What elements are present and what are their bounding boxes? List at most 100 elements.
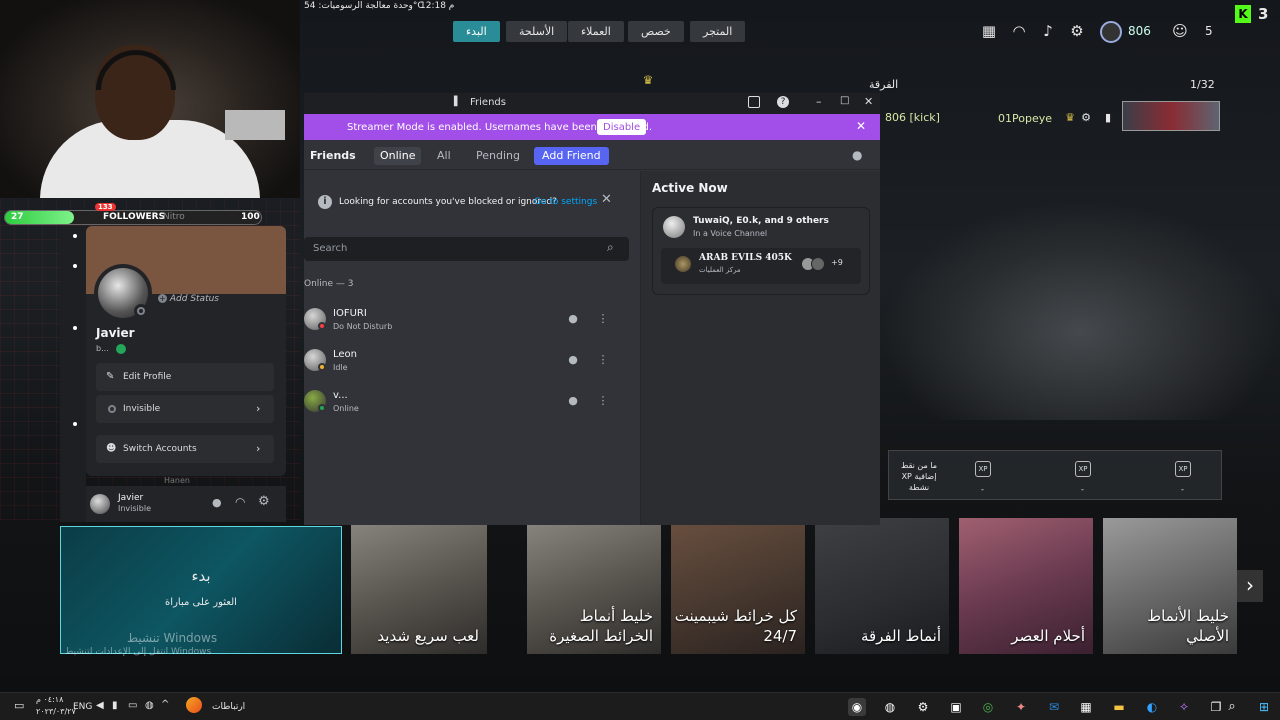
headphones-icon[interactable]: ◠	[235, 495, 245, 509]
mode-tile[interactable]: خليط الأنماط الأصلي	[1103, 518, 1237, 654]
new-group-dm-icon[interactable]: ●	[852, 148, 862, 162]
weapon-xp-token-icon[interactable]: XP	[1075, 461, 1091, 477]
kick-logo-icon: K	[1235, 5, 1251, 23]
profile-popout: + Add Status Javier b... ✎ Edit Profile …	[86, 226, 286, 476]
tray-app-icon[interactable]: ◍	[145, 700, 154, 711]
friend-row[interactable]: v... Online ● ⋮	[304, 382, 634, 420]
xp-token-value: -	[981, 485, 984, 494]
user-panel-name[interactable]: Javier	[118, 493, 143, 503]
inbox-icon[interactable]	[748, 96, 760, 108]
more-options-icon[interactable]: ⋮	[593, 309, 613, 329]
bp-xp-token-icon[interactable]: XP	[1175, 461, 1191, 477]
cod-points-icon	[1100, 21, 1122, 43]
friend-name: v...	[333, 390, 348, 401]
file-explorer-icon[interactable]: ▬	[1110, 698, 1128, 716]
active-now-title: TuwaiQ, E0.k, and 9 others	[693, 216, 829, 226]
edge-icon[interactable]: ◐	[1143, 698, 1161, 716]
tab-all[interactable]: All	[431, 147, 457, 165]
edit-profile-button[interactable]: ✎ Edit Profile	[96, 363, 274, 391]
battery-icon[interactable]: ▭	[128, 700, 137, 711]
find-match-tile[interactable]: بدء العثور على مباراة تنشيط Windows انتق…	[60, 526, 342, 657]
adobe-icon[interactable]: ✦	[1012, 698, 1030, 716]
carousel-next-icon[interactable]: ›	[1237, 570, 1263, 602]
add-status-button[interactable]: + Add Status	[158, 294, 219, 304]
more-options-icon[interactable]: ⋮	[593, 391, 613, 411]
disable-streamer-button[interactable]: Disable	[597, 119, 647, 135]
mode-tile[interactable]: كل خرائط شيبمينت 24/7	[671, 518, 805, 654]
maximize-icon[interactable]: □	[840, 95, 849, 106]
find-match-title: بدء	[191, 567, 211, 585]
news-widget-label[interactable]: ارتباطات	[212, 702, 245, 712]
switch-accounts-button[interactable]: ☻ Switch Accounts ›	[96, 435, 274, 463]
nav-play[interactable]: البدء	[453, 21, 500, 42]
app-window-icon[interactable]: ▣	[947, 698, 965, 716]
player-rank-icon: ♛	[1065, 111, 1075, 124]
avatar	[811, 257, 825, 271]
show-hidden-icons-icon[interactable]: ^	[161, 699, 169, 710]
gear-icon[interactable]: ⚙	[1069, 23, 1085, 39]
info-icon: i	[318, 195, 332, 209]
dismiss-notice-icon[interactable]: ✕	[601, 192, 612, 207]
start-button-icon[interactable]: ⊞	[1255, 698, 1273, 716]
avatar[interactable]	[90, 494, 110, 514]
nav-customize[interactable]: خصص	[628, 21, 684, 42]
vehicle-render	[880, 200, 1280, 420]
mode-tile[interactable]: أحلام العصر	[959, 518, 1093, 654]
friend-row[interactable]: Leon Idle ● ⋮	[304, 341, 634, 379]
nav-operators[interactable]: العملاء	[568, 21, 624, 42]
chrome-icon[interactable]: ◎	[979, 698, 997, 716]
add-friend-button[interactable]: Add Friend	[534, 147, 609, 165]
outlook-icon[interactable]: ✉	[1045, 698, 1063, 716]
apps-grid-icon[interactable]: ▦	[981, 23, 997, 39]
message-icon[interactable]: ●	[563, 309, 583, 329]
player-name[interactable]: 01Popeye	[998, 112, 1052, 125]
message-icon[interactable]: ●	[563, 391, 583, 411]
chevron-right-icon: ›	[256, 402, 261, 415]
store-icon[interactable]: ▦	[1077, 698, 1095, 716]
message-icon[interactable]: ●	[563, 350, 583, 370]
profile-display-name: Javier	[96, 326, 135, 340]
close-icon[interactable]: ✕	[864, 95, 873, 108]
rank-emblem-icon: ♛	[642, 73, 654, 87]
weather-icon[interactable]	[186, 697, 202, 713]
tab-online[interactable]: Online	[374, 147, 422, 165]
obs-icon[interactable]: ◉	[848, 698, 866, 716]
close-banner-icon[interactable]: ✕	[856, 119, 866, 133]
help-icon[interactable]: ?	[777, 96, 789, 108]
mode-tile[interactable]: لعب سريع شديد	[351, 518, 487, 654]
switch-accounts-icon: ☻	[106, 443, 117, 454]
headset-icon[interactable]: ◠	[1011, 23, 1027, 39]
online-count-header: Online — 3	[304, 279, 354, 289]
nav-weapons[interactable]: الأسلحة	[506, 21, 568, 42]
kick-badge-count: 3	[1258, 5, 1269, 23]
online-status-icon	[318, 404, 326, 412]
input-language[interactable]: ENG	[73, 702, 92, 712]
notifications-icon[interactable]: ▭	[14, 699, 24, 712]
user-settings-gear-icon[interactable]: ⚙	[258, 494, 270, 509]
party-icon[interactable]: ☺	[1172, 23, 1188, 39]
active-now-card[interactable]: TuwaiQ, E0.k, and 9 others In a Voice Ch…	[652, 207, 870, 295]
voice-channel-row[interactable]: ARAB EVILS 405K مركز العمليات +9	[661, 248, 861, 284]
tab-pending[interactable]: Pending	[470, 147, 526, 165]
bell-icon[interactable]: ♪	[1040, 23, 1056, 39]
status-selector[interactable]: Invisible ›	[96, 395, 274, 423]
friend-row[interactable]: IOFURI Do Not Disturb ● ⋮	[304, 300, 634, 338]
go-to-settings-link[interactable]: Go to settings	[534, 197, 597, 207]
cod-app-icon[interactable]: ◍	[881, 698, 899, 716]
network-icon[interactable]: ▮	[112, 700, 118, 711]
active-now-subtitle: In a Voice Channel	[693, 229, 768, 238]
mode-tile[interactable]: أنماط الفرقة	[815, 518, 949, 654]
xp-token-icon[interactable]: XP	[975, 461, 991, 477]
settings-icon[interactable]: ⚙	[914, 698, 932, 716]
search-input[interactable]: Search ⌕	[304, 237, 629, 261]
mode-tile[interactable]: خليط أنماط الخرائط الصغيرة	[527, 518, 661, 654]
copilot-icon[interactable]: ✧	[1175, 698, 1193, 716]
minimize-icon[interactable]: –	[816, 95, 822, 108]
microphone-icon[interactable]: ●	[212, 496, 222, 509]
followers-current: 27	[11, 212, 24, 222]
search-icon[interactable]: ⌕	[1223, 698, 1241, 716]
volume-icon[interactable]: ◀	[96, 700, 104, 711]
more-options-icon[interactable]: ⋮	[593, 350, 613, 370]
nav-store[interactable]: المتجر	[690, 21, 746, 42]
mode-tile-title: كل خرائط شيبمينت 24/7	[674, 607, 797, 645]
